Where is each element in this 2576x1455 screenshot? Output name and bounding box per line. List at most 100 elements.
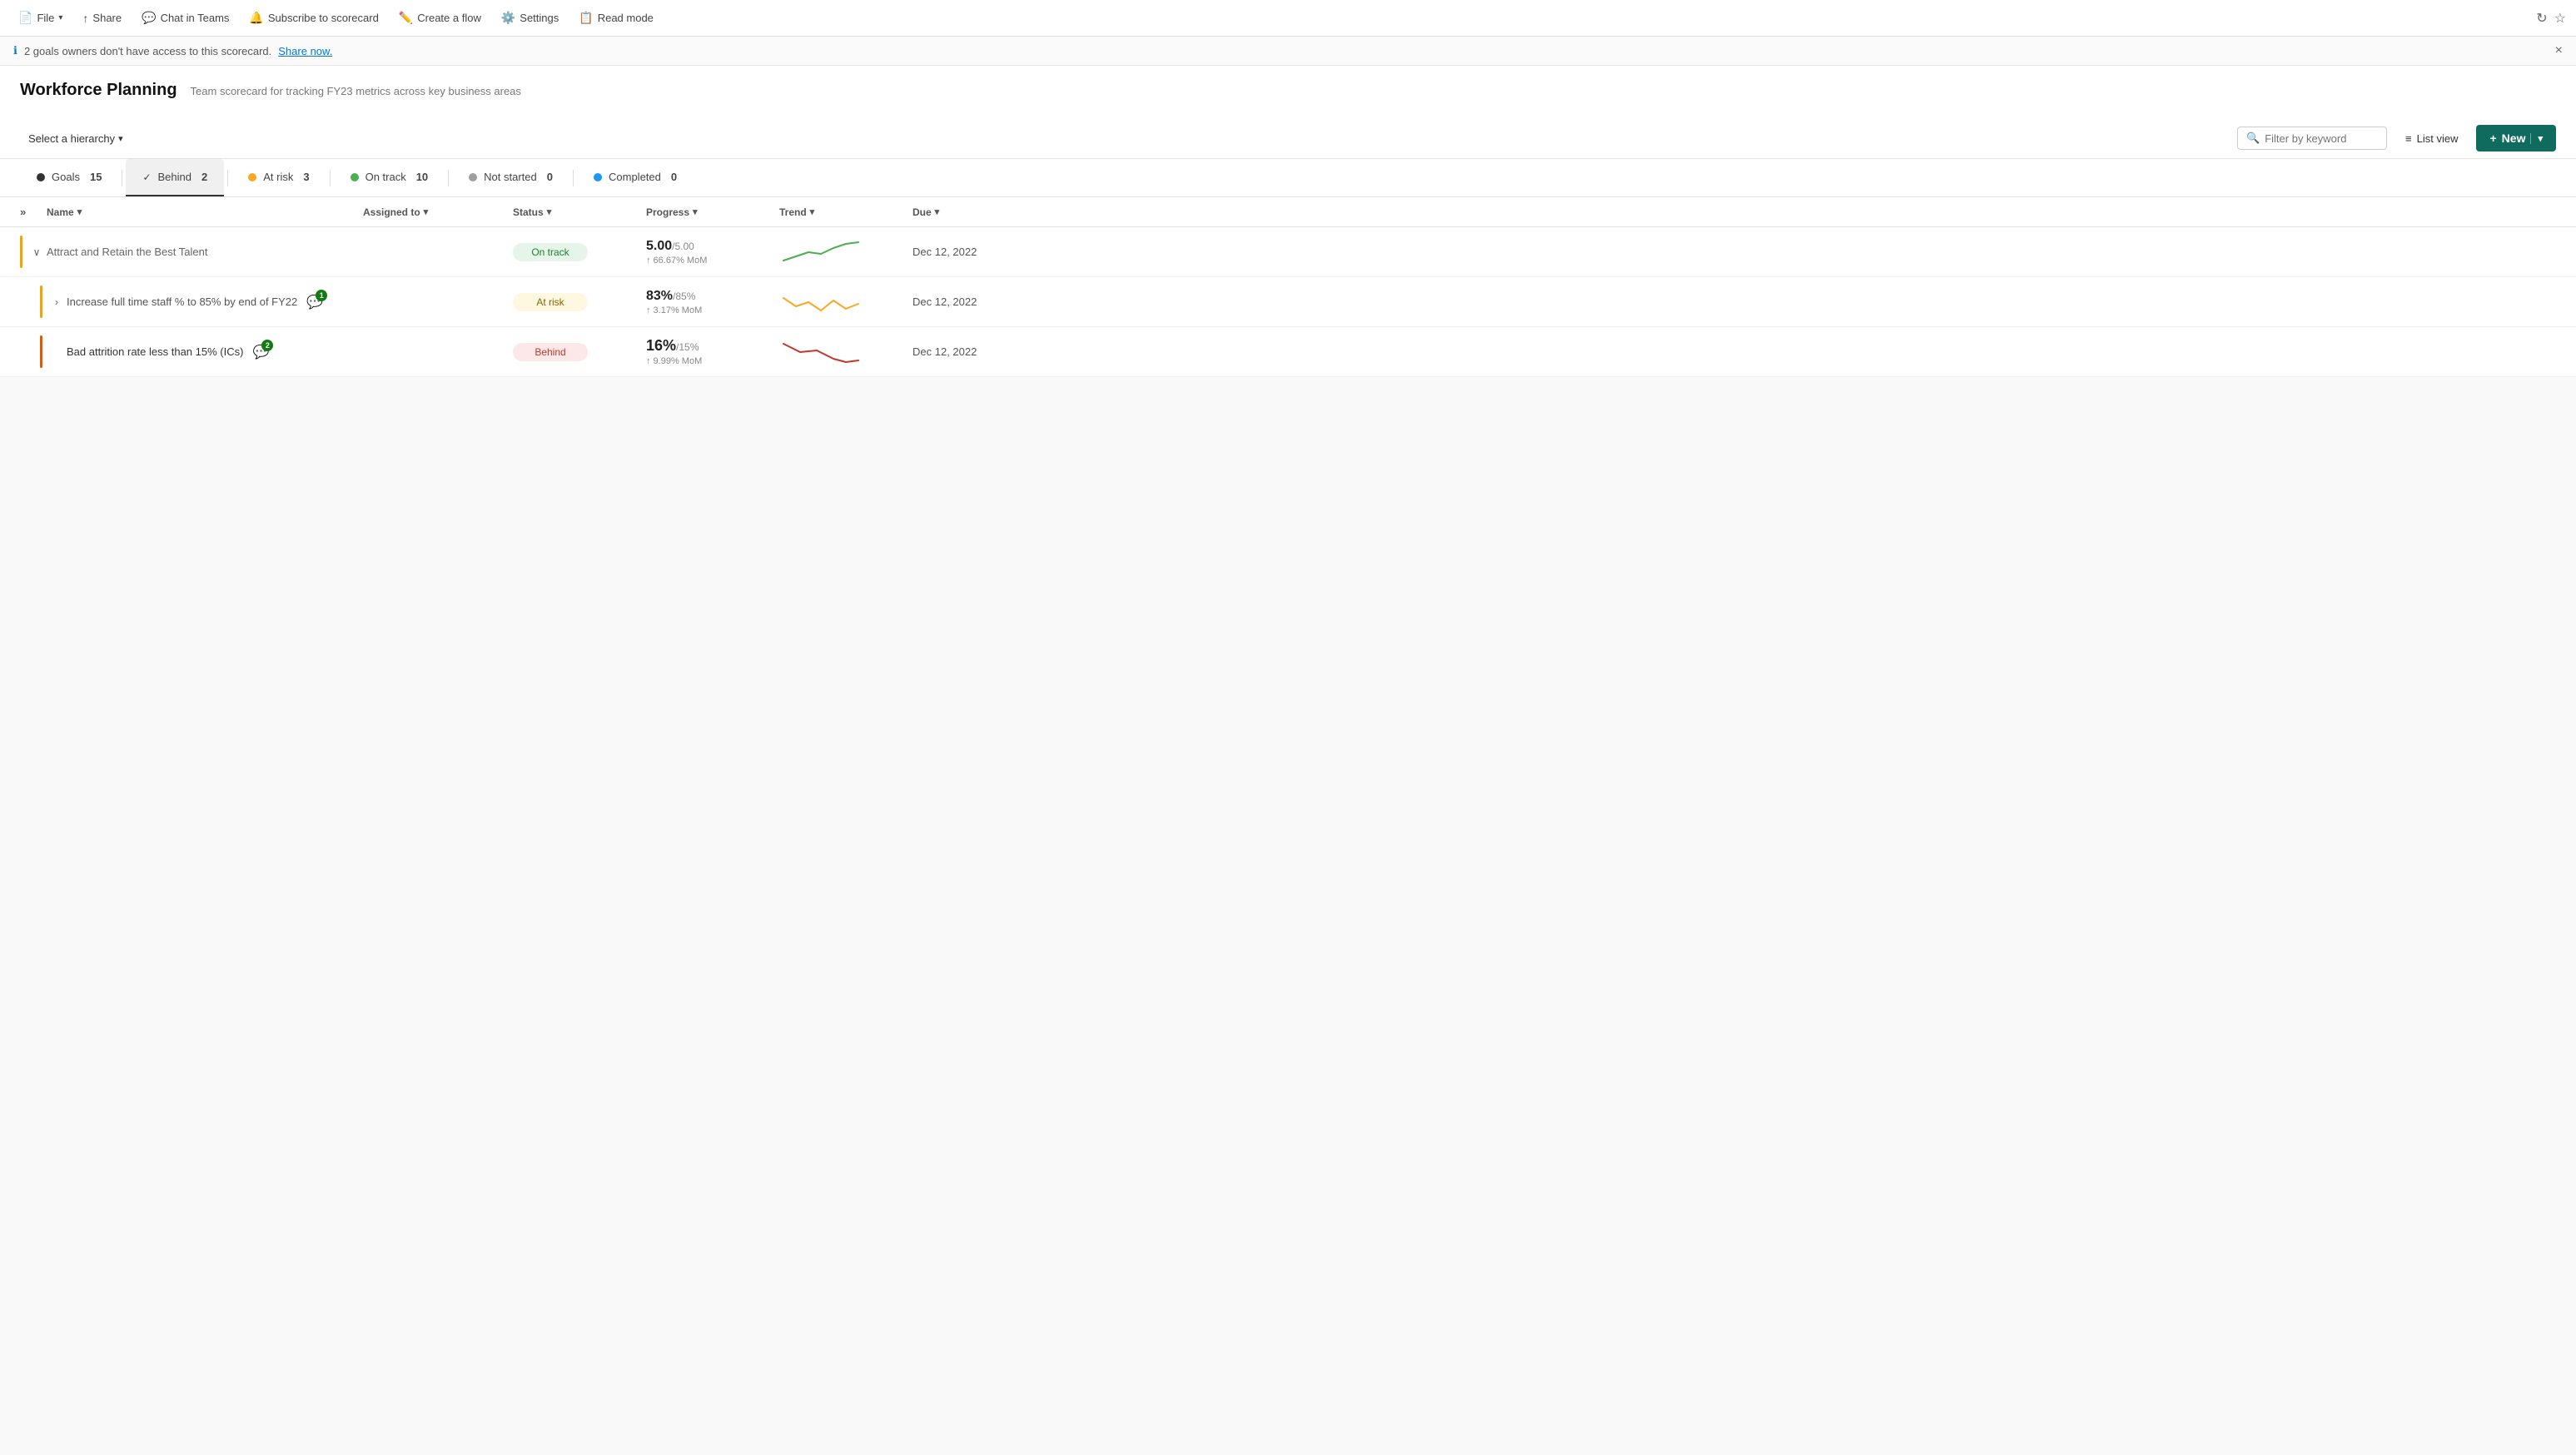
star-icon[interactable]: ☆ xyxy=(2554,10,2566,27)
toolbar-share[interactable]: ↑ Share xyxy=(74,7,130,30)
hierarchy-select[interactable]: Select a hierarchy ▾ xyxy=(20,127,132,150)
row-1-expand[interactable]: ∨ xyxy=(20,242,47,262)
readmode-icon: 📋 xyxy=(579,11,593,25)
row-left-border xyxy=(40,286,42,318)
table-body: ∨ Attract and Retain the Best Talent On … xyxy=(0,227,2576,377)
toolbar-settings-label: Settings xyxy=(520,12,559,24)
row-3-progress-target: /15% xyxy=(676,341,699,353)
share-icon: ↑ xyxy=(82,12,88,25)
row-3-progress-value: 16% xyxy=(646,337,676,354)
page-header: Workforce Planning Team scorecard for tr… xyxy=(0,66,2576,118)
goals-label: Goals xyxy=(52,171,80,183)
new-button[interactable]: + New ▾ xyxy=(2476,125,2556,151)
toolbar-chat-label: Chat in Teams xyxy=(161,12,230,24)
col-assigned-label: Assigned to xyxy=(363,206,420,218)
flow-icon: ✏️ xyxy=(399,11,413,25)
row-left-border xyxy=(40,335,42,368)
behind-count: 2 xyxy=(201,171,207,183)
status-bar: Goals 15 ✓ Behind 2 At risk 3 On track 1… xyxy=(0,159,2576,197)
row-3-name: Bad attrition rate less than 15% (ICs) xyxy=(67,345,243,358)
refresh-icon[interactable]: ↻ xyxy=(2536,10,2547,27)
new-button-label: New xyxy=(2502,132,2526,145)
status-filter-on-track[interactable]: On track 10 xyxy=(334,159,445,196)
on-track-count: 10 xyxy=(416,171,428,183)
new-button-chevron-icon: ▾ xyxy=(2530,133,2543,144)
col-header-due[interactable]: Due ▾ xyxy=(913,206,2556,218)
row-3-progress-mom: ↑ 9.99% MoM xyxy=(646,356,779,366)
list-view-icon: ≡ xyxy=(2405,132,2412,145)
row-2-due: Dec 12, 2022 xyxy=(913,295,2556,308)
status-filter-not-started[interactable]: Not started 0 xyxy=(452,159,569,196)
row-2-status-pill: At risk xyxy=(513,293,588,311)
row-3-name-cell: Bad attrition rate less than 15% (ICs) 💬… xyxy=(67,343,363,361)
row-3-trend-chart xyxy=(779,335,863,369)
row-1-status: On track xyxy=(513,243,646,261)
table-row: ∨ Attract and Retain the Best Talent On … xyxy=(0,227,2576,277)
col-assigned-sort-icon: ▾ xyxy=(424,206,429,217)
col-due-label: Due xyxy=(913,206,932,218)
banner-close[interactable]: × xyxy=(2555,43,2563,58)
row-1-name: Attract and Retain the Best Talent xyxy=(47,246,207,258)
row-2-expand-btn[interactable]: › xyxy=(47,292,67,312)
row-1-trend-chart xyxy=(779,236,863,269)
row-1-name-cell: Attract and Retain the Best Talent xyxy=(47,246,363,258)
col-header-assigned[interactable]: Assigned to ▾ xyxy=(363,206,513,218)
banner-link[interactable]: Share now. xyxy=(278,45,332,57)
row-2-comment-badge[interactable]: 💬 1 xyxy=(304,293,326,311)
col-trend-sort-icon: ▾ xyxy=(810,206,815,217)
file-icon: 📄 xyxy=(18,11,32,25)
status-filter-completed[interactable]: Completed 0 xyxy=(577,159,694,196)
toolbar-chat[interactable]: 💬 Chat in Teams xyxy=(133,6,237,30)
col-header-progress[interactable]: Progress ▾ xyxy=(646,206,779,218)
expand-all-icon[interactable]: » xyxy=(20,206,26,218)
row-1-expand-btn[interactable]: ∨ xyxy=(27,242,47,262)
col-header-trend[interactable]: Trend ▾ xyxy=(779,206,913,218)
search-input[interactable] xyxy=(2265,132,2381,145)
toolbar-flow[interactable]: ✏️ Create a flow xyxy=(390,6,490,30)
search-icon: 🔍 xyxy=(2246,132,2260,145)
toolbar-settings[interactable]: ⚙️ Settings xyxy=(493,6,567,30)
col-status-label: Status xyxy=(513,206,544,218)
at-risk-label: At risk xyxy=(263,171,293,183)
not-started-count: 0 xyxy=(547,171,553,183)
status-filter-at-risk[interactable]: At risk 3 xyxy=(231,159,326,196)
completed-count: 0 xyxy=(671,171,677,183)
page-subtitle: Team scorecard for tracking FY23 metrics… xyxy=(191,85,521,97)
status-filter-behind[interactable]: ✓ Behind 2 xyxy=(126,159,224,196)
toolbar-share-label: Share xyxy=(92,12,122,24)
toolbar-readmode[interactable]: 📋 Read mode xyxy=(570,6,662,30)
chat-icon: 💬 xyxy=(142,11,156,25)
col-trend-label: Trend xyxy=(779,206,807,218)
row-3-due: Dec 12, 2022 xyxy=(913,345,2556,358)
row-2-badge-count: 1 xyxy=(316,290,327,301)
banner-message: 2 goals owners don't have access to this… xyxy=(24,45,271,57)
status-filter-goals[interactable]: Goals 15 xyxy=(20,159,118,196)
table-row: Bad attrition rate less than 15% (ICs) 💬… xyxy=(0,327,2576,377)
row-2-expand[interactable]: › xyxy=(40,292,67,312)
row-3-trend xyxy=(779,335,913,369)
row-3-comment-badge[interactable]: 💬 2 xyxy=(250,343,271,361)
info-icon: ℹ xyxy=(13,44,17,57)
table-row: › Increase full time staff % to 85% by e… xyxy=(0,277,2576,327)
status-divider-2 xyxy=(227,170,228,186)
info-banner: ℹ 2 goals owners don't have access to th… xyxy=(0,37,2576,66)
hierarchy-chevron-icon: ▾ xyxy=(118,133,123,144)
at-risk-dot xyxy=(248,173,256,181)
row-2-progress-value: 83% xyxy=(646,289,673,303)
hierarchy-select-label: Select a hierarchy xyxy=(28,132,115,145)
row-2-trend-chart xyxy=(779,286,863,319)
row-2-progress-mom: ↑ 3.17% MoM xyxy=(646,305,779,315)
col-header-status[interactable]: Status ▾ xyxy=(513,206,646,218)
toolbar-subscribe[interactable]: 🔔 Subscribe to scorecard xyxy=(241,6,386,30)
toolbar: 📄 File ▾ ↑ Share 💬 Chat in Teams 🔔 Subsc… xyxy=(0,0,2576,37)
chevron-right-icon: › xyxy=(55,296,58,308)
toolbar-file[interactable]: 📄 File ▾ xyxy=(10,6,71,30)
col-due-sort-icon: ▾ xyxy=(935,206,940,217)
row-3-status-pill: Behind xyxy=(513,343,588,361)
goals-dot xyxy=(37,173,45,181)
subscribe-icon: 🔔 xyxy=(249,11,263,25)
list-view-button[interactable]: ≡ List view xyxy=(2397,127,2466,150)
toolbar-file-label: File xyxy=(37,12,54,24)
row-3-status: Behind xyxy=(513,343,646,361)
col-header-name[interactable]: Name ▾ xyxy=(47,206,363,218)
